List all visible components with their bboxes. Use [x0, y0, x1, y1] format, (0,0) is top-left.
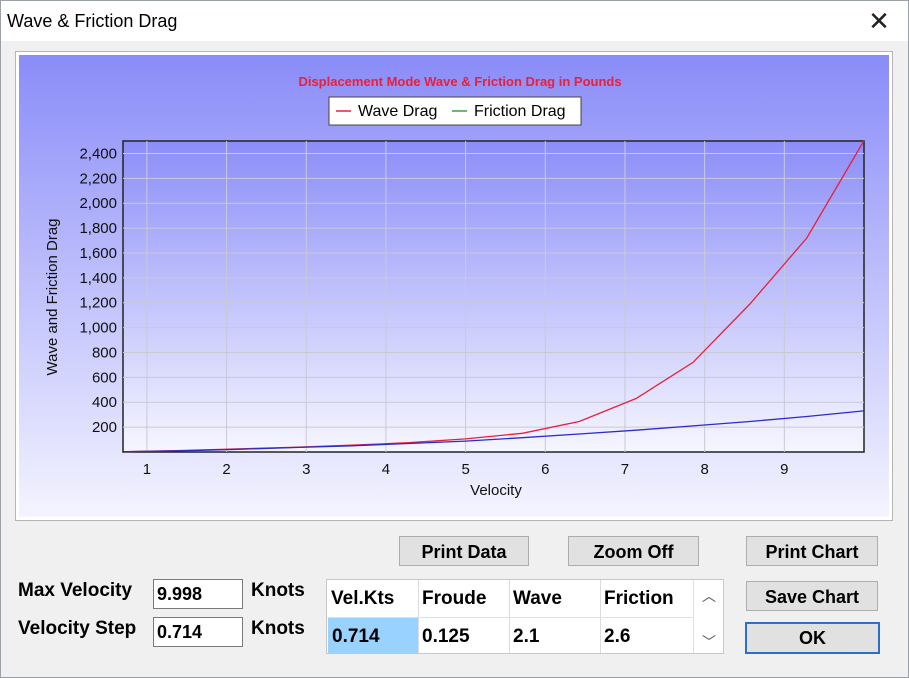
x-tick-label: 1: [143, 461, 151, 478]
x-tick-label: 3: [302, 461, 310, 478]
print-chart-button[interactable]: Print Chart: [746, 536, 878, 566]
data-table[interactable]: Vel.Kts Froude Wave Friction 0.714 0.125…: [326, 579, 724, 654]
x-tick-label: 4: [382, 461, 390, 478]
chart-svg: Displacement Mode Wave & Friction Drag i…: [19, 55, 889, 517]
x-tick-label: 5: [461, 461, 469, 478]
y-tick-label: 1,200: [79, 295, 117, 312]
column-header-friction[interactable]: Friction: [600, 588, 691, 610]
x-tick-label: 6: [541, 461, 549, 478]
y-tick-label: 1,000: [79, 320, 117, 337]
table-cell[interactable]: 0.125: [418, 626, 509, 648]
y-tick-label: 200: [92, 419, 117, 436]
scroll-up-icon[interactable]: ︿: [702, 586, 716, 606]
max-velocity-unit: Knots: [251, 580, 305, 601]
x-tick-label: 2: [222, 461, 230, 478]
table-cell-selected[interactable]: 0.714: [328, 618, 418, 653]
window-title: Wave & Friction Drag: [7, 11, 178, 31]
close-icon[interactable]: ✕: [864, 7, 894, 35]
save-chart-button[interactable]: Save Chart: [746, 581, 878, 611]
y-tick-label: 1,800: [79, 220, 117, 237]
scroll-down-icon[interactable]: ﹀: [702, 632, 716, 652]
velocity-step-label: Velocity Step: [18, 618, 137, 639]
max-velocity-input[interactable]: [153, 579, 243, 609]
y-tick-label: 800: [92, 344, 117, 361]
ok-button[interactable]: OK: [745, 622, 880, 654]
chart-title: Displacement Mode Wave & Friction Drag i…: [298, 74, 621, 89]
x-tick-label: 7: [621, 461, 629, 478]
print-data-button[interactable]: Print Data: [399, 536, 529, 566]
y-tick-label: 2,200: [79, 170, 117, 187]
table-scrollbar[interactable]: ︿ ﹀: [693, 580, 724, 653]
y-tick-label: 2,000: [79, 195, 117, 212]
y-axis-label: Wave and Friction Drag: [44, 218, 61, 375]
y-tick-label: 1,600: [79, 245, 117, 262]
velocity-step-unit: Knots: [251, 618, 305, 639]
x-axis-label: Velocity: [470, 482, 522, 499]
legend-label-friction: Friction Drag: [474, 103, 566, 120]
y-tick-label: 2,400: [79, 145, 117, 162]
x-tick-label: 9: [780, 461, 788, 478]
chart-legend: Wave Drag Friction Drag: [328, 96, 582, 126]
legend-label-wave: Wave Drag: [358, 103, 437, 120]
dialog-window: Wave & Friction Drag ✕ Displacement Mode…: [0, 0, 909, 678]
y-tick-label: 600: [92, 369, 117, 386]
drag-chart: Displacement Mode Wave & Friction Drag i…: [15, 51, 893, 521]
y-tick-label: 1,400: [79, 270, 117, 287]
table-cell[interactable]: 2.1: [509, 626, 600, 648]
max-velocity-label: Max Velocity: [18, 580, 133, 601]
column-header-froude[interactable]: Froude: [418, 588, 509, 610]
x-tick-label: 8: [700, 461, 708, 478]
zoom-off-button[interactable]: Zoom Off: [568, 536, 699, 566]
plot-area: [122, 140, 865, 453]
table-cell[interactable]: 2.6: [600, 626, 691, 648]
column-header-velocity[interactable]: Vel.Kts: [327, 588, 418, 610]
velocity-step-input[interactable]: [153, 617, 243, 647]
y-tick-label: 400: [92, 394, 117, 411]
title-bar: Wave & Friction Drag ✕: [1, 1, 908, 41]
column-header-wave[interactable]: Wave: [509, 588, 600, 610]
